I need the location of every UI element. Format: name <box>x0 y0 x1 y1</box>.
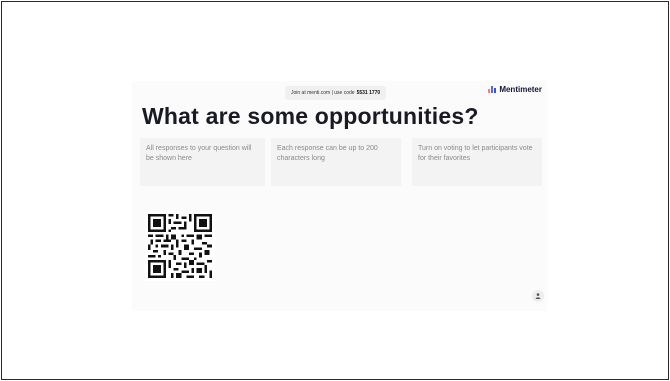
qr-code-image <box>148 214 212 278</box>
hint-card-voting: Turn on voting to let participants vote … <box>412 138 542 186</box>
qr-code[interactable] <box>145 211 215 281</box>
hint-card-responses: All responses to your question will be s… <box>140 138 265 186</box>
bar-chart-icon <box>488 86 497 93</box>
person-icon <box>535 293 541 299</box>
window-frame: Join at menti.com | use code 5531 1770 Me… <box>1 1 669 380</box>
hint-card-length: Each response can be up to 200 character… <box>271 138 401 186</box>
brand-name: Mentimeter <box>499 85 542 94</box>
mentimeter-logo: Mentimeter <box>488 85 542 94</box>
join-text: Join at menti.com | use code <box>291 90 355 96</box>
presentation-slide: Join at menti.com | use code 5531 1770 Me… <box>132 81 547 311</box>
question-title: What are some opportunities? <box>142 103 479 129</box>
participants-indicator[interactable] <box>532 290 544 302</box>
join-code: 5531 1770 <box>356 90 381 96</box>
join-instructions: Join at menti.com | use code 5531 1770 <box>285 86 387 100</box>
